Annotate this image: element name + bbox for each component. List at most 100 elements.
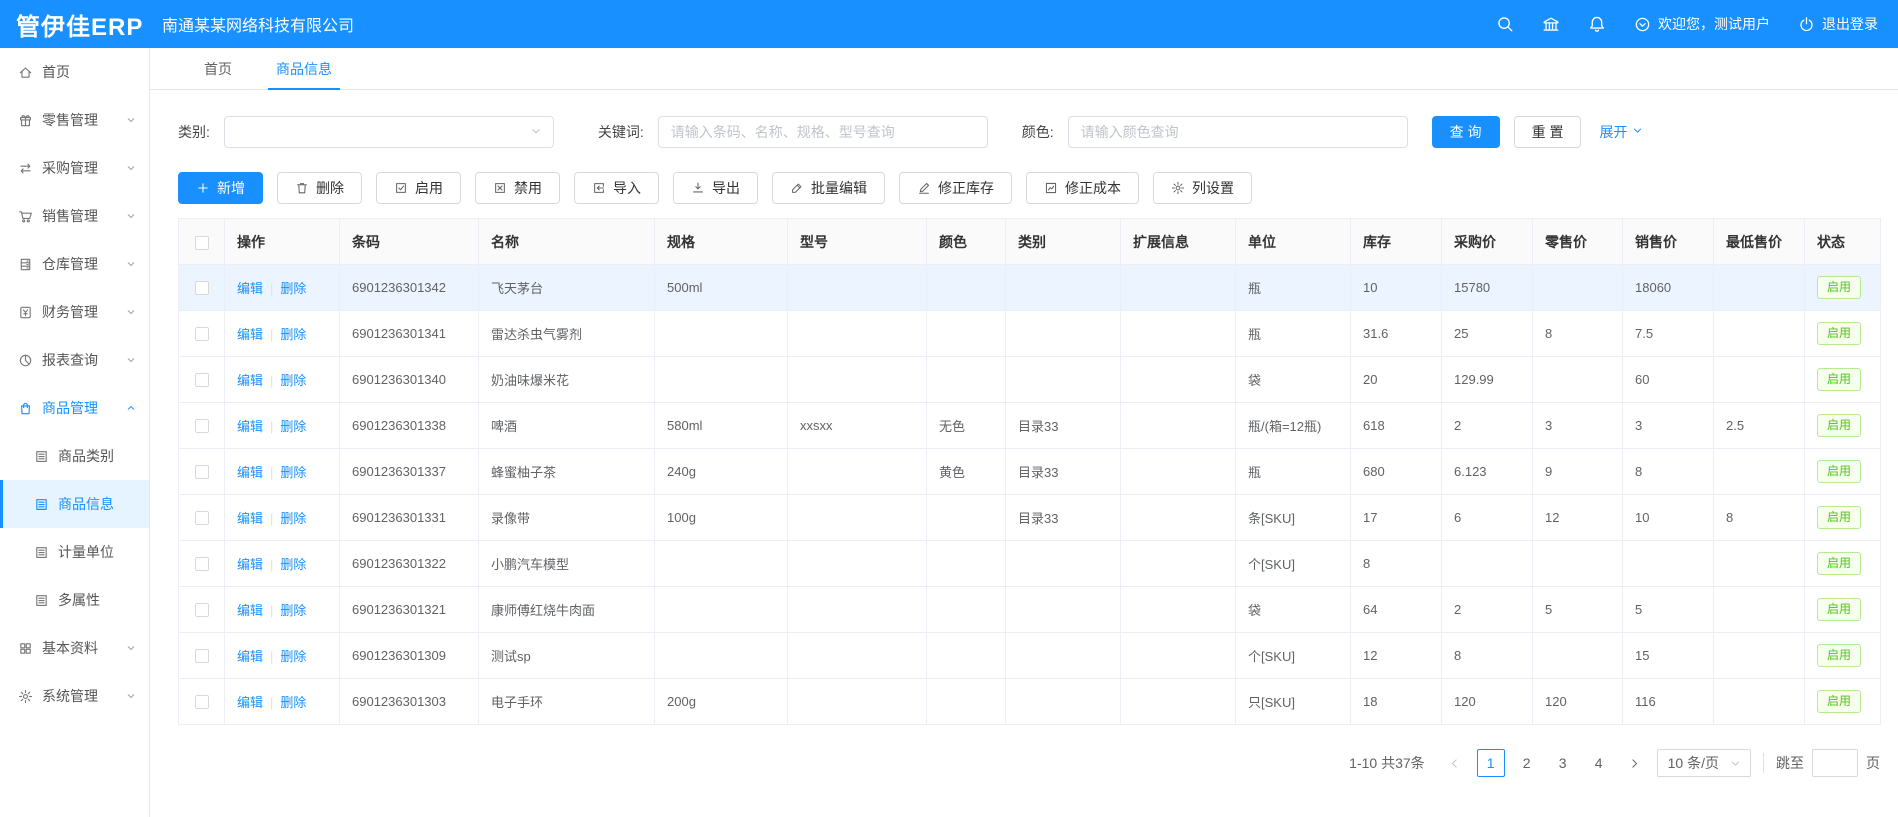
tab-商品信息[interactable]: 商品信息 <box>258 48 350 89</box>
cell-名称: 蜂蜜柚子茶 <box>479 449 655 495</box>
chevron-up-icon <box>125 402 137 414</box>
divider: | <box>270 327 273 342</box>
delete-link[interactable]: 删除 <box>280 695 306 710</box>
edit-link[interactable]: 编辑 <box>237 695 263 710</box>
cell-操作: 编辑|删除 <box>225 495 340 541</box>
pencil-icon <box>790 181 804 195</box>
sidebar-item-商品管理[interactable]: 商品管理 <box>0 384 149 432</box>
sidebar-item-计量单位[interactable]: 计量单位 <box>0 528 149 576</box>
sidebar-item-采购管理[interactable]: 采购管理 <box>0 144 149 192</box>
page-button-2[interactable]: 2 <box>1513 749 1541 777</box>
main-area: 首页零售管理采购管理销售管理仓库管理财务管理报表查询商品管理商品类别商品信息计量… <box>0 48 1898 817</box>
sidebar-item-多属性[interactable]: 多属性 <box>0 576 149 624</box>
page-size-select[interactable]: 10 条/页 <box>1657 749 1751 777</box>
edit-link[interactable]: 编辑 <box>237 511 263 526</box>
toolbar-button-新增[interactable]: 新增 <box>178 172 263 204</box>
row-checkbox[interactable] <box>195 465 209 479</box>
edit-link[interactable]: 编辑 <box>237 419 263 434</box>
sidebar-item-商品类别[interactable]: 商品类别 <box>0 432 149 480</box>
sidebar-item-首页[interactable]: 首页 <box>0 48 149 96</box>
next-page-button[interactable] <box>1621 749 1649 777</box>
delete-link[interactable]: 删除 <box>280 603 306 618</box>
row-checkbox[interactable] <box>195 373 209 387</box>
cell-单位: 瓶 <box>1236 311 1351 357</box>
row-checkbox[interactable] <box>195 649 209 663</box>
cell-名称: 录像带 <box>479 495 655 541</box>
row-checkbox[interactable] <box>195 281 209 295</box>
delete-link[interactable]: 删除 <box>280 327 306 342</box>
sidebar-item-零售管理[interactable]: 零售管理 <box>0 96 149 144</box>
row-checkbox[interactable] <box>195 695 209 709</box>
edit-link[interactable]: 编辑 <box>237 465 263 480</box>
sidebar-item-仓库管理[interactable]: 仓库管理 <box>0 240 149 288</box>
toolbar-button-修正成本[interactable]: 修正成本 <box>1026 172 1139 204</box>
delete-link[interactable]: 删除 <box>280 281 306 296</box>
keyword-input[interactable] <box>658 116 988 148</box>
expand-toggle[interactable]: 展开 <box>1599 122 1644 142</box>
delete-link[interactable]: 删除 <box>280 373 306 388</box>
edit-link[interactable]: 编辑 <box>237 327 263 342</box>
logout-button[interactable]: 退出登录 <box>1798 14 1878 34</box>
delete-link[interactable]: 删除 <box>280 649 306 664</box>
sidebar-item-销售管理[interactable]: 销售管理 <box>0 192 149 240</box>
cell-checkbox <box>179 311 225 357</box>
cell-零售价: 9 <box>1533 449 1623 495</box>
row-checkbox[interactable] <box>195 511 209 525</box>
page-button-1[interactable]: 1 <box>1477 749 1505 777</box>
welcome-user[interactable]: 欢迎您，测试用户 <box>1634 14 1770 34</box>
delete-link[interactable]: 删除 <box>280 557 306 572</box>
sidebar-item-系统管理[interactable]: 系统管理 <box>0 672 149 720</box>
toolbar-button-启用[interactable]: 启用 <box>376 172 461 204</box>
toolbar-button-禁用[interactable]: 禁用 <box>475 172 560 204</box>
toolbar-button-删除[interactable]: 删除 <box>277 172 362 204</box>
cell-采购价: 2 <box>1442 587 1533 633</box>
prev-page-button[interactable] <box>1441 749 1469 777</box>
sidebar-item-商品信息[interactable]: 商品信息 <box>0 480 149 528</box>
delete-link[interactable]: 删除 <box>280 465 306 480</box>
delete-link[interactable]: 删除 <box>280 419 306 434</box>
sidebar-item-基本资料[interactable]: 基本资料 <box>0 624 149 672</box>
row-checkbox[interactable] <box>195 557 209 571</box>
reset-button[interactable]: 重 置 <box>1514 116 1582 148</box>
edit-link[interactable]: 编辑 <box>237 373 263 388</box>
cell-扩展信息 <box>1121 679 1236 725</box>
page-button-3[interactable]: 3 <box>1549 749 1577 777</box>
edit-link[interactable]: 编辑 <box>237 281 263 296</box>
table-row: 编辑|删除6901236301337蜂蜜柚子茶240g黄色目录33瓶6806.1… <box>179 449 1881 495</box>
cell-类别 <box>1006 311 1121 357</box>
toolbar-button-导入[interactable]: 导入 <box>574 172 659 204</box>
category-select[interactable] <box>224 116 554 148</box>
cell-颜色: 黄色 <box>927 449 1006 495</box>
logout-text: 退出登录 <box>1822 14 1878 34</box>
edit-link[interactable]: 编辑 <box>237 603 263 618</box>
page-size-value: 10 条/页 <box>1668 753 1719 773</box>
sidebar-item-label: 零售管理 <box>42 110 98 130</box>
search-button[interactable]: 查 询 <box>1432 116 1500 148</box>
toolbar-button-列设置[interactable]: 列设置 <box>1153 172 1252 204</box>
row-checkbox[interactable] <box>195 327 209 341</box>
notification-bell-icon[interactable] <box>1588 15 1606 33</box>
portal-home-icon[interactable] <box>1542 15 1560 33</box>
cell-类别: 目录33 <box>1006 403 1121 449</box>
edit-link[interactable]: 编辑 <box>237 557 263 572</box>
color-input[interactable] <box>1068 116 1408 148</box>
toolbar-button-修正库存[interactable]: 修正库存 <box>899 172 1012 204</box>
page-button-4[interactable]: 4 <box>1585 749 1613 777</box>
edit-link[interactable]: 编辑 <box>237 649 263 664</box>
tab-首页[interactable]: 首页 <box>186 48 250 89</box>
row-checkbox[interactable] <box>195 603 209 617</box>
company-name: 南通某某网络科技有限公司 <box>162 12 354 36</box>
row-checkbox[interactable] <box>195 419 209 433</box>
toolbar-button-批量编辑[interactable]: 批量编辑 <box>772 172 885 204</box>
power-icon <box>1798 16 1815 33</box>
select-all-checkbox[interactable] <box>195 236 209 250</box>
sidebar-item-财务管理[interactable]: 财务管理 <box>0 288 149 336</box>
toolbar-button-导出[interactable]: 导出 <box>673 172 758 204</box>
delete-link[interactable]: 删除 <box>280 511 306 526</box>
column-header-名称: 名称 <box>479 219 655 265</box>
cell-零售价: 5 <box>1533 587 1623 633</box>
jump-page-input[interactable] <box>1812 749 1858 777</box>
search-icon[interactable] <box>1496 15 1514 33</box>
sidebar-item-报表查询[interactable]: 报表查询 <box>0 336 149 384</box>
cell-颜色 <box>927 357 1006 403</box>
